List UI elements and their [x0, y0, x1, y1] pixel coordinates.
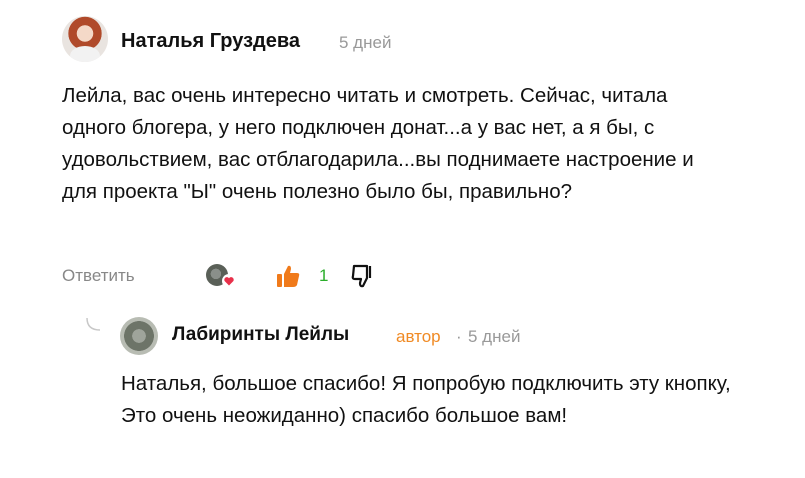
reply-time: 5 дней: [468, 327, 521, 346]
author-name[interactable]: Наталья Груздева: [121, 30, 300, 53]
separator-dot: ·: [456, 327, 462, 346]
reply-author-avatar[interactable]: [120, 317, 158, 355]
reply-connector-icon: [86, 317, 101, 331]
like-count: 1: [319, 266, 329, 285]
author-badge: автор: [396, 327, 441, 346]
avatar-figure: [70, 46, 100, 62]
comment-actions: Ответить 1: [0, 262, 805, 292]
reply-text: Наталья, большое спасибо! Я попробую под…: [121, 372, 731, 427]
reply-button[interactable]: Ответить: [62, 266, 135, 286]
author-avatar[interactable]: [62, 16, 108, 62]
comment-time: 5 дней: [339, 33, 392, 52]
comment-text: Лейла, вас очень интересно читать и смот…: [62, 84, 694, 203]
heart-icon: [222, 274, 236, 288]
thumbs-down-icon[interactable]: [350, 263, 376, 289]
thumbs-up-icon[interactable]: [275, 263, 301, 289]
reply-author-name[interactable]: Лабиринты Лейлы: [172, 324, 349, 346]
